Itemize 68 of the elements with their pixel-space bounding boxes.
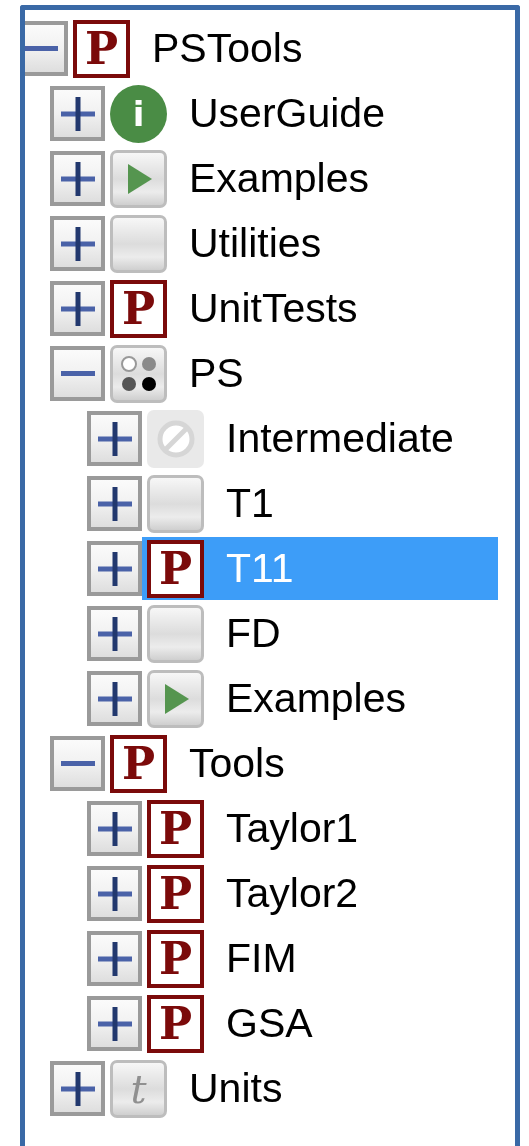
tree-item[interactable]: P Taylor2 xyxy=(142,862,498,925)
expand-button[interactable] xyxy=(50,86,105,141)
expand-button[interactable] xyxy=(50,151,105,206)
minus-icon xyxy=(60,761,95,766)
blank-tile-icon xyxy=(110,214,167,273)
tree-item[interactable]: P Tools xyxy=(105,732,498,795)
expand-button[interactable] xyxy=(87,996,142,1051)
plus-icon xyxy=(60,161,95,196)
collapse-button[interactable] xyxy=(50,346,105,401)
expand-button[interactable] xyxy=(87,866,142,921)
plus-icon xyxy=(97,811,132,846)
p-logo-icon: P xyxy=(147,864,204,923)
p-logo-icon: P xyxy=(110,279,167,338)
tree-item[interactable]: Examples xyxy=(105,147,498,210)
tree-item[interactable]: P FIM xyxy=(142,927,498,990)
tree-item[interactable]: Examples xyxy=(142,667,498,730)
plus-icon xyxy=(97,551,132,586)
tree-item[interactable]: P T11 xyxy=(142,537,498,600)
plus-icon xyxy=(97,616,132,651)
p-logo-icon: P xyxy=(147,929,204,988)
p-logo-icon: P xyxy=(110,734,167,793)
expand-button[interactable] xyxy=(87,541,142,596)
plus-icon xyxy=(60,226,95,261)
tree-item[interactable]: P UnitTests xyxy=(105,277,498,340)
expand-button[interactable] xyxy=(87,476,142,531)
blank-tile-icon xyxy=(147,474,204,533)
play-icon xyxy=(110,149,167,208)
p-logo-icon: P xyxy=(73,19,130,78)
tree-item[interactable]: P GSA xyxy=(142,992,498,1055)
tree-item[interactable]: T1 xyxy=(142,472,498,535)
dots-icon xyxy=(110,344,167,403)
info-icon: i xyxy=(110,84,167,143)
tree-item[interactable]: i UserGuide xyxy=(105,82,498,145)
tree-item[interactable]: P Taylor1 xyxy=(142,797,498,860)
plus-icon xyxy=(97,941,132,976)
tree-item[interactable]: Intermediate xyxy=(142,407,498,470)
tree-item[interactable]: P PSTools xyxy=(68,17,498,80)
plus-icon xyxy=(97,486,132,521)
plus-icon xyxy=(97,421,132,456)
p-logo-icon: P xyxy=(147,539,204,598)
expand-button[interactable] xyxy=(87,606,142,661)
expand-button[interactable] xyxy=(87,931,142,986)
plus-icon xyxy=(97,1006,132,1041)
minus-icon xyxy=(60,371,95,376)
italic-t-icon: t xyxy=(110,1059,167,1118)
plus-icon xyxy=(97,876,132,911)
expand-button[interactable] xyxy=(50,1061,105,1116)
expand-button[interactable] xyxy=(50,281,105,336)
play-icon xyxy=(147,669,204,728)
plus-icon xyxy=(60,1071,95,1106)
collapse-button[interactable] xyxy=(50,736,105,791)
tree-item[interactable]: FD xyxy=(142,602,498,665)
plus-icon xyxy=(60,291,95,326)
tree-item[interactable]: t Units xyxy=(105,1057,498,1120)
tree-item[interactable]: Utilities xyxy=(105,212,498,275)
expand-button[interactable] xyxy=(87,801,142,856)
expand-button[interactable] xyxy=(50,216,105,271)
no-entry-icon xyxy=(147,409,204,468)
collapse-button[interactable] xyxy=(25,21,68,76)
blank-tile-icon xyxy=(147,604,204,663)
plus-icon xyxy=(60,96,95,131)
expand-button[interactable] xyxy=(87,671,142,726)
p-logo-icon: P xyxy=(147,799,204,858)
plus-icon xyxy=(97,681,132,716)
tree-item[interactable]: PS xyxy=(105,342,498,405)
p-logo-icon: P xyxy=(147,994,204,1053)
minus-icon xyxy=(25,46,58,51)
expand-button[interactable] xyxy=(87,411,142,466)
